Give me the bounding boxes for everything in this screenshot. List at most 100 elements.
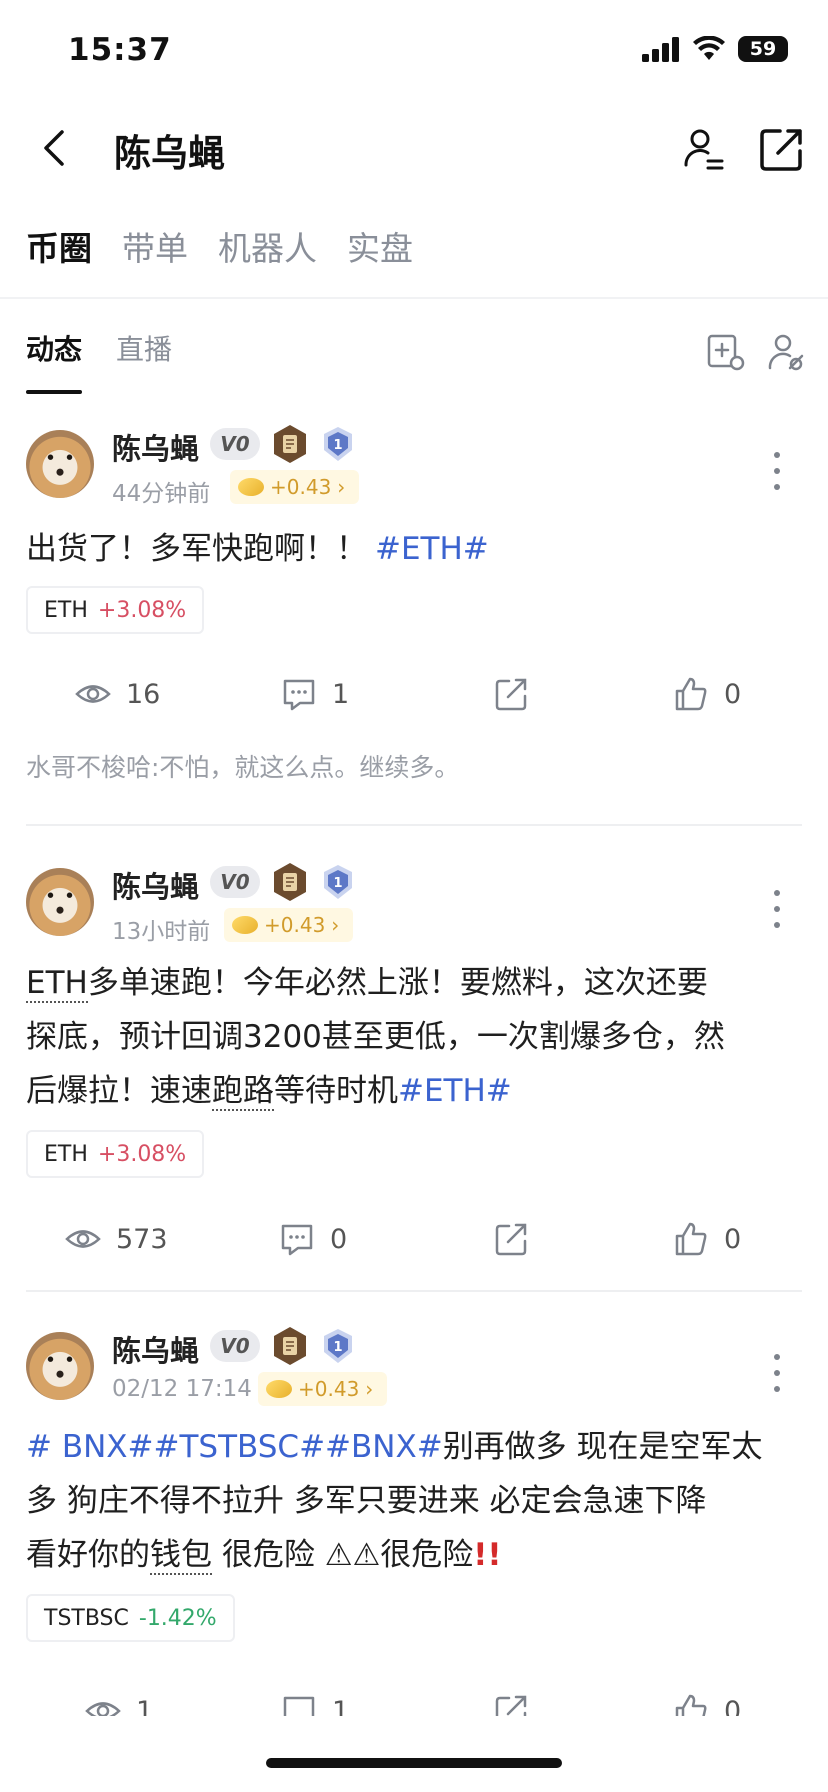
comment-button[interactable]: 1 (280, 675, 349, 713)
more-options-button[interactable] (762, 1348, 792, 1398)
ticker-link[interactable]: ETH (26, 965, 88, 1003)
warning-mark: !! (473, 1537, 502, 1573)
share-icon (760, 129, 802, 171)
home-indicator[interactable] (266, 1758, 562, 1768)
more-options-button[interactable] (762, 446, 792, 496)
like-button[interactable]: 0 (672, 1692, 741, 1716)
user-manage-button[interactable] (766, 332, 806, 372)
eye-icon (75, 685, 111, 703)
thumbs-up-icon (675, 1694, 707, 1716)
post-time: 13小时前 (112, 919, 211, 945)
back-button[interactable] (30, 123, 80, 173)
post-divider (26, 824, 802, 826)
post-card[interactable]: 陈乌蝇 V0 1 02/12 17:14 +0.43 › # BNX##TSTB… (0, 1327, 828, 1752)
svg-text:1: 1 (333, 876, 342, 891)
coin-icon (232, 916, 258, 934)
author-name[interactable]: 陈乌蝇 (112, 864, 199, 906)
ticker-symbol: TSTBSC (44, 1605, 129, 1631)
tab-feed[interactable]: 动态 (26, 328, 83, 394)
user-settings-button[interactable] (678, 123, 730, 175)
chevron-right-icon: › (331, 913, 340, 937)
forward-button[interactable] (492, 1220, 530, 1258)
thumbs-up-icon (675, 677, 707, 711)
avatar[interactable] (26, 868, 94, 936)
post-card[interactable]: 陈乌蝇 V0 1 13小时前 +0.43 › ETH多单速跑！今年必然上涨！要燃… (0, 863, 828, 1288)
views-count: 1 (136, 1695, 154, 1717)
likes-count: 0 (724, 1223, 742, 1255)
share-icon (495, 1695, 527, 1716)
post-body[interactable]: # BNX##TSTBSC##BNX#别再做多 现在是空军太 多 狗庄不得不拉升… (26, 1420, 796, 1582)
eye-icon (65, 1230, 101, 1248)
level-badge: 1 (322, 1328, 354, 1364)
author-name[interactable]: 陈乌蝇 (112, 1328, 199, 1370)
status-icons: 59 (642, 36, 788, 62)
coin-reward-chip[interactable]: +0.43 › (224, 908, 354, 942)
author-name[interactable]: 陈乌蝇 (112, 426, 199, 468)
level-badge: 1 (322, 426, 354, 462)
coin-reward-value: +0.43 (270, 475, 332, 499)
svg-text:1: 1 (333, 438, 342, 453)
add-post-icon (707, 334, 745, 371)
comment-button[interactable]: 1 (280, 1692, 349, 1716)
share-button[interactable] (756, 123, 808, 175)
coin-reward-chip[interactable]: +0.43 › (230, 470, 360, 504)
battery-icon: 59 (738, 36, 788, 62)
hashtag-links[interactable]: # BNX##TSTBSC##BNX# (26, 1429, 443, 1465)
share-icon (495, 678, 527, 711)
like-button[interactable]: 0 (672, 1220, 741, 1258)
chevron-right-icon: › (337, 475, 346, 499)
ticker-symbol: ETH (44, 597, 88, 623)
views-stat: 1 (84, 1692, 153, 1716)
comment-button[interactable]: 0 (278, 1220, 347, 1258)
level-shield-icon: 1 (324, 1329, 352, 1363)
post-text-line: 后爆拉！速速跑路等待时机#ETH# (26, 1064, 796, 1118)
tab-robot[interactable]: 机器人 (218, 222, 317, 270)
post-body[interactable]: ETH多单速跑！今年必然上涨！要燃料，这次还要 探底，预计回调3200甚至更低，… (26, 956, 796, 1118)
post-text-line: 探底，预计回调3200甚至更低，一次割爆多仓，然 (26, 1019, 725, 1055)
eye-icon (85, 1702, 121, 1716)
tabs-divider (0, 297, 828, 299)
avatar[interactable] (26, 430, 94, 498)
views-count: 16 (126, 678, 161, 710)
keyword-link[interactable]: 钱包 (150, 1537, 212, 1575)
forward-button[interactable] (492, 675, 530, 713)
status-time: 15:37 (68, 32, 172, 68)
hashtag-link[interactable]: #ETH# (398, 1073, 512, 1109)
forward-button[interactable] (492, 1692, 530, 1716)
more-options-button[interactable] (762, 884, 792, 934)
action-bar: 573 0 0 (0, 1220, 828, 1266)
post-card[interactable]: 陈乌蝇 V0 1 44分钟前 +0.43 › 出货了！多军快跑啊！！ #ETH# … (0, 425, 828, 810)
tab-live-account[interactable]: 实盘 (347, 222, 413, 270)
views-count: 573 (116, 1223, 168, 1255)
user-manage-icon (768, 334, 804, 371)
ticker-chip[interactable]: ETH +3.08% (26, 586, 205, 634)
post-text-segment: 后爆拉！速速 (26, 1073, 212, 1109)
category-tabs: 币圈 带单 机器人 实盘 (26, 222, 413, 270)
keyword-link[interactable]: 跑路 (212, 1073, 274, 1111)
svg-text:1: 1 (333, 1340, 342, 1355)
add-post-button[interactable] (706, 332, 746, 372)
hashtag-link[interactable]: #ETH# (375, 531, 489, 567)
tab-copy-trade[interactable]: 带单 (122, 222, 188, 270)
medal-icon (274, 1327, 306, 1365)
tab-coin-circle[interactable]: 币圈 (26, 222, 92, 270)
chevron-right-icon: › (365, 1377, 374, 1401)
ticker-chip[interactable]: TSTBSC -1.42% (26, 1594, 235, 1642)
ticker-chip[interactable]: ETH +3.08% (26, 1130, 205, 1178)
level-badge: 1 (322, 864, 354, 900)
likes-count: 0 (724, 678, 742, 710)
chevron-left-icon (44, 130, 64, 166)
comment-icon (281, 1224, 313, 1256)
post-text-line: 看好你的钱包 很危险 ⚠⚠很危险!! (26, 1528, 796, 1582)
coin-reward-chip[interactable]: +0.43 › (258, 1372, 388, 1406)
tab-live[interactable]: 直播 (116, 328, 172, 394)
avatar[interactable] (26, 1332, 94, 1400)
post-body[interactable]: 出货了！多军快跑啊！！ #ETH# (26, 522, 796, 576)
views-stat: 573 (64, 1220, 168, 1258)
comment-icon (283, 679, 315, 711)
like-button[interactable]: 0 (672, 675, 741, 713)
vip-badge: V0 (210, 866, 260, 898)
share-icon (495, 1223, 527, 1256)
ticker-change: -1.42% (138, 1605, 217, 1631)
comment-preview[interactable]: 水哥不梭哈:不怕，就这么点。继续多。 (26, 748, 459, 784)
